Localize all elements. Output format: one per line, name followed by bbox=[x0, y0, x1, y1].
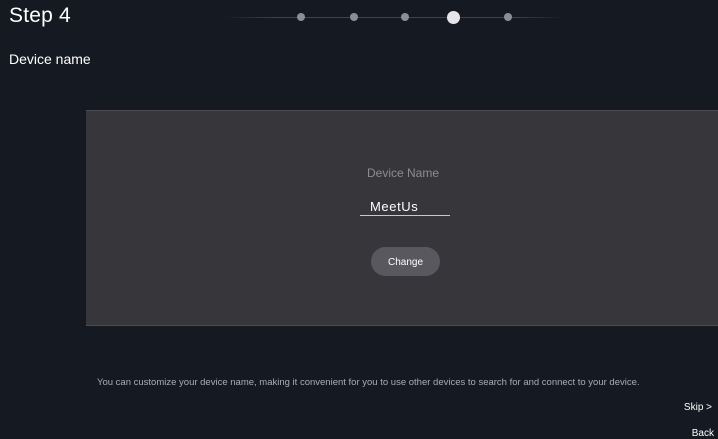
skip-button[interactable]: Skip > bbox=[684, 402, 712, 413]
step-title: Step 4 bbox=[9, 4, 71, 27]
step-dot-3 bbox=[401, 13, 409, 21]
change-button[interactable]: Change bbox=[371, 247, 440, 276]
device-name-label: Device Name bbox=[366, 166, 440, 180]
step-dot-1 bbox=[297, 13, 305, 21]
description-text: You can customize your device name, maki… bbox=[97, 377, 640, 388]
back-button[interactable]: Back bbox=[692, 428, 714, 439]
step-dot-2 bbox=[350, 13, 358, 21]
page-subtitle: Device name bbox=[9, 51, 91, 67]
step-dot-4-active bbox=[447, 11, 460, 24]
step-dot-5 bbox=[504, 13, 512, 21]
step-progress-indicator bbox=[225, 11, 565, 24]
device-name-panel: Device Name MeetUs Change bbox=[86, 110, 718, 326]
device-name-field[interactable]: MeetUs bbox=[360, 198, 450, 216]
